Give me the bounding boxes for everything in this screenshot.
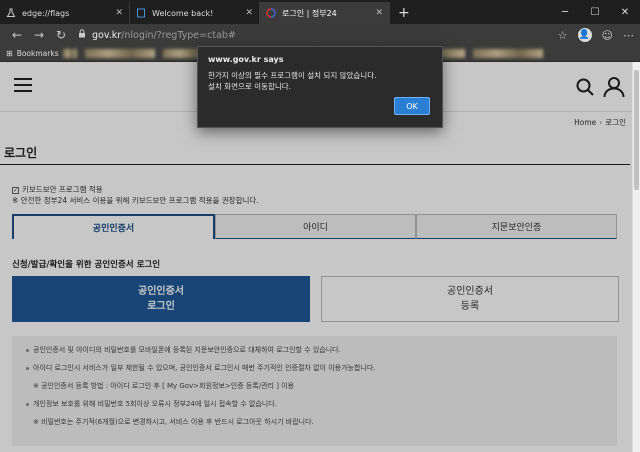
- gov-icon: [266, 8, 276, 18]
- close-window-button[interactable]: ✕: [610, 7, 640, 18]
- forward-arrow-icon[interactable]: →: [28, 28, 50, 42]
- scrollbar-thumb[interactable]: [634, 70, 639, 190]
- tab-label: 로그인 | 정부24: [282, 8, 337, 18]
- browser-tab-welcome[interactable]: Welcome back! ✕: [130, 2, 260, 24]
- dialog-message-line1: 한가지 이상의 필수 프로그램이 설치 되지 않았습니다.: [208, 71, 377, 80]
- url-host: gov.kr: [92, 29, 122, 41]
- dialog-message-line2: 설치 화면으로 이동합니다.: [208, 82, 292, 91]
- lock-icon: [78, 29, 86, 41]
- close-tab-icon[interactable]: ✕: [245, 8, 253, 18]
- star-icon[interactable]: ☆: [558, 29, 568, 42]
- browser-toolbar: ← → ↻ gov.kr/nlogin/?regType=ctab# ☆ 👤 ☺…: [0, 24, 640, 46]
- tab-label: Welcome back!: [152, 8, 214, 18]
- emoji-feedback-icon[interactable]: ☺: [602, 29, 613, 42]
- flask-icon: [6, 8, 16, 18]
- blurred-bookmark[interactable]: [84, 49, 155, 58]
- browser-tab-flags[interactable]: edge://flags ✕: [0, 2, 130, 24]
- bookmarks-label[interactable]: Bookmarks: [17, 49, 59, 58]
- maximize-button[interactable]: ☐: [580, 7, 610, 18]
- page-icon: [136, 8, 146, 18]
- dialog-title: www.gov.kr says: [208, 55, 284, 64]
- browser-tab-gov24[interactable]: 로그인 | 정부24 ✕: [260, 2, 390, 24]
- blurred-bookmark[interactable]: [62, 49, 77, 58]
- tab-label: edge://flags: [22, 8, 70, 18]
- blurred-bookmark[interactable]: [472, 49, 543, 58]
- profile-avatar-icon[interactable]: 👤: [577, 28, 592, 42]
- page-scrollbar[interactable]: [632, 62, 640, 452]
- more-menu-icon[interactable]: ⋯: [623, 29, 634, 42]
- address-bar[interactable]: gov.kr/nlogin/?regType=ctab#: [78, 25, 552, 45]
- apps-grid-icon[interactable]: ⊞: [6, 49, 13, 58]
- alert-dialog: www.gov.kr says 한가지 이상의 필수 프로그램이 설치 되지 않…: [197, 46, 443, 128]
- url-path: /nlogin/?regType=ctab#: [121, 29, 236, 41]
- reload-icon[interactable]: ↻: [50, 28, 72, 42]
- close-tab-icon[interactable]: ✕: [375, 8, 383, 18]
- back-arrow-icon[interactable]: ←: [6, 28, 28, 42]
- close-tab-icon[interactable]: ✕: [115, 8, 123, 18]
- toolbar-actions: ☆ 👤 ☺ ⋯: [558, 28, 634, 42]
- ok-button[interactable]: OK: [394, 97, 430, 115]
- window-controls: ─ ☐ ✕: [550, 0, 640, 24]
- new-tab-button[interactable]: +: [390, 2, 418, 24]
- minimize-button[interactable]: ─: [550, 7, 580, 18]
- browser-tab-bar: edge://flags ✕ Welcome back! ✕ 로그인 | 정부2…: [0, 0, 640, 24]
